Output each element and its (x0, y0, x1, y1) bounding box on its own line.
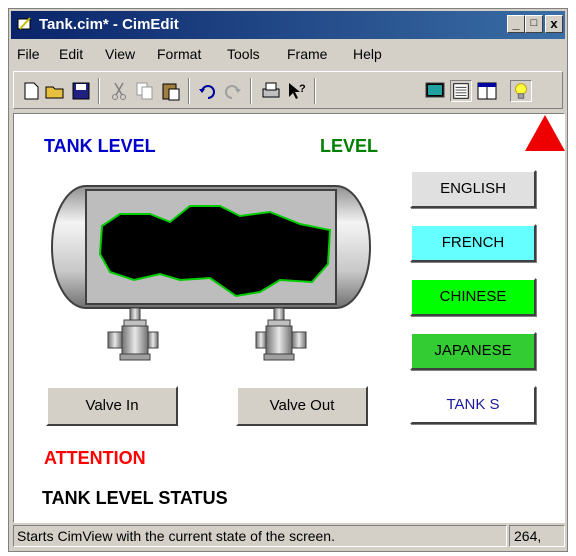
cimedit-app-icon (17, 17, 31, 30)
toolbar-separator (98, 78, 100, 104)
menu-file[interactable]: File (17, 46, 40, 62)
svg-text:?: ? (299, 83, 306, 95)
title-bar[interactable]: Tank.cim* - CimEdit _ □ x (11, 11, 565, 39)
minimize-button[interactable]: _ (507, 15, 525, 33)
menu-format[interactable]: Format (157, 46, 201, 62)
english-button[interactable]: ENGLISH (410, 170, 536, 208)
copy-icon[interactable] (134, 80, 156, 102)
valve-in-graphic (107, 307, 159, 361)
paste-icon[interactable] (160, 80, 182, 102)
save-icon[interactable] (70, 80, 92, 102)
screen-icon[interactable] (424, 80, 446, 102)
level-label: LEVEL (320, 136, 379, 156)
close-button[interactable]: x (545, 15, 563, 33)
undo-icon[interactable] (196, 80, 218, 102)
toolbar-separator (314, 78, 316, 104)
menu-frame[interactable]: Frame (287, 46, 327, 62)
app-window: Tank.cim* - CimEdit _ □ x File Edit View… (8, 8, 568, 552)
status-bar: Starts CimView with the current state of… (11, 523, 565, 549)
red-arrow-pointer-icon (525, 115, 565, 151)
page-view-icon[interactable] (450, 80, 472, 102)
window-title: Tank.cim* - CimEdit (39, 16, 179, 33)
menu-tools[interactable]: Tools (227, 46, 260, 62)
status-coordinates: 264, (509, 525, 565, 547)
maximize-button[interactable]: □ (525, 15, 543, 33)
valve-out-button[interactable]: Valve Out (236, 386, 368, 426)
run-cimview-lightbulb-icon[interactable] (510, 80, 532, 102)
frame-view-icon[interactable] (476, 80, 498, 102)
toolbar: ? (13, 71, 563, 109)
print-icon[interactable] (260, 80, 282, 102)
open-folder-icon[interactable] (44, 80, 66, 102)
help-pointer-icon[interactable]: ? (286, 80, 308, 102)
valve-out-graphic (255, 307, 307, 361)
status-message: Starts CimView with the current state of… (13, 525, 507, 547)
tank-level-status-label: TANK LEVEL STATUS (42, 488, 228, 508)
menu-help[interactable]: Help (353, 46, 382, 62)
chinese-button[interactable]: CHINESE (410, 278, 536, 316)
tank-level-title: TANK LEVEL (44, 136, 156, 156)
cut-icon[interactable] (108, 80, 130, 102)
tank-graphic (51, 185, 371, 361)
redo-icon[interactable] (222, 80, 244, 102)
toolbar-separator (250, 78, 252, 104)
menu-view[interactable]: View (105, 46, 135, 62)
tanks-button[interactable]: TANK S (410, 386, 536, 424)
valve-in-button[interactable]: Valve In (46, 386, 178, 426)
attention-label: ATTENTION (44, 448, 146, 468)
toolbar-separator (188, 78, 190, 104)
drawing-canvas: TANK LEVEL LEVEL ENGLISH FRENCH CHINESE … (13, 113, 565, 523)
menu-bar: File Edit View Format Tools Frame Help (11, 41, 565, 67)
japanese-button[interactable]: JAPANESE (410, 332, 536, 370)
french-button[interactable]: FRENCH (410, 224, 536, 262)
new-file-icon[interactable] (20, 80, 42, 102)
menu-edit[interactable]: Edit (59, 46, 83, 62)
